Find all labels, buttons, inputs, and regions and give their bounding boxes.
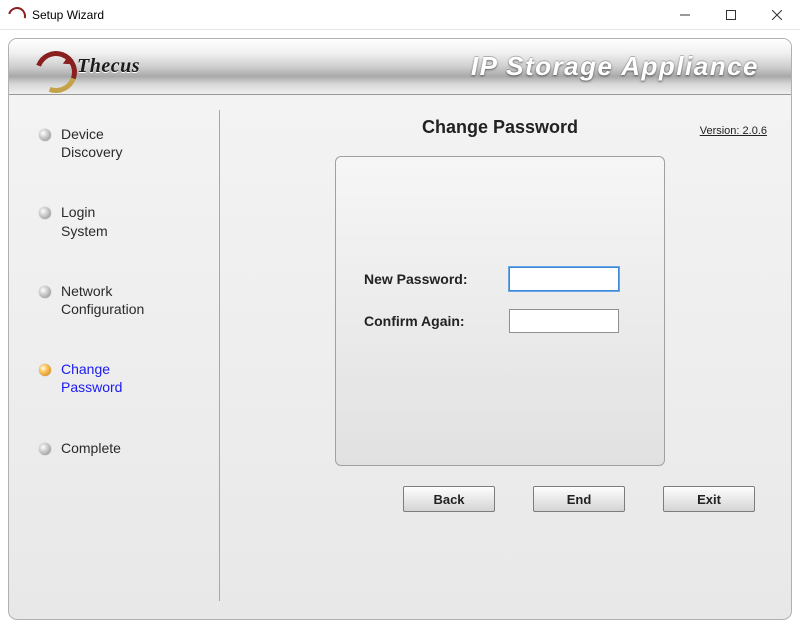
step-label: Complete	[61, 439, 121, 457]
bullet-icon	[39, 364, 51, 376]
titlebar: Setup Wizard	[0, 0, 800, 30]
sidebar-step-change-password[interactable]: Change Password	[39, 360, 199, 396]
bullet-icon	[39, 443, 51, 455]
confirm-label: Confirm Again:	[364, 313, 509, 329]
minimize-icon	[680, 10, 690, 20]
confirm-password-input[interactable]	[509, 309, 619, 333]
new-password-label: New Password:	[364, 271, 509, 287]
minimize-button[interactable]	[662, 0, 708, 29]
button-row: Back End Exit	[239, 486, 761, 512]
field-row-confirm: Confirm Again:	[364, 309, 636, 333]
window-controls	[662, 0, 800, 29]
header-band: Thecus IP Storage Appliance	[9, 39, 791, 95]
sidebar-step-login-system[interactable]: Login System	[39, 203, 199, 239]
version-label[interactable]: Version: 2.0.6	[700, 125, 767, 137]
sidebar: Device Discovery Login System Network Co…	[9, 95, 209, 619]
exit-button[interactable]: Exit	[663, 486, 755, 512]
brand-logo: Thecus	[31, 47, 140, 87]
window-title: Setup Wizard	[32, 8, 662, 22]
sidebar-step-device-discovery[interactable]: Device Discovery	[39, 125, 199, 161]
wizard-frame: Thecus IP Storage Appliance Device Disco…	[8, 38, 792, 620]
maximize-button[interactable]	[708, 0, 754, 29]
field-row-new-password: New Password:	[364, 267, 636, 291]
sidebar-step-network-configuration[interactable]: Network Configuration	[39, 282, 199, 318]
sidebar-step-complete[interactable]: Complete	[39, 439, 199, 457]
app-icon	[8, 7, 24, 23]
main-content: Change Password Version: 2.0.6 New Passw…	[209, 95, 791, 619]
back-button[interactable]: Back	[403, 486, 495, 512]
bullet-icon	[39, 129, 51, 141]
close-icon	[772, 10, 782, 20]
close-button[interactable]	[754, 0, 800, 29]
step-label: Device Discovery	[61, 125, 122, 161]
product-title: IP Storage Appliance	[471, 51, 769, 82]
form-panel: New Password: Confirm Again:	[335, 156, 665, 466]
step-label: Change Password	[61, 360, 122, 396]
new-password-input[interactable]	[509, 267, 619, 291]
bullet-icon	[39, 207, 51, 219]
maximize-icon	[726, 10, 736, 20]
bullet-icon	[39, 286, 51, 298]
end-button[interactable]: End	[533, 486, 625, 512]
page-title: Change Password	[239, 117, 761, 138]
brand-text: Thecus	[77, 55, 140, 78]
step-label: Login System	[61, 203, 108, 239]
logo-swirl-icon	[31, 47, 71, 87]
step-label: Network Configuration	[61, 282, 144, 318]
